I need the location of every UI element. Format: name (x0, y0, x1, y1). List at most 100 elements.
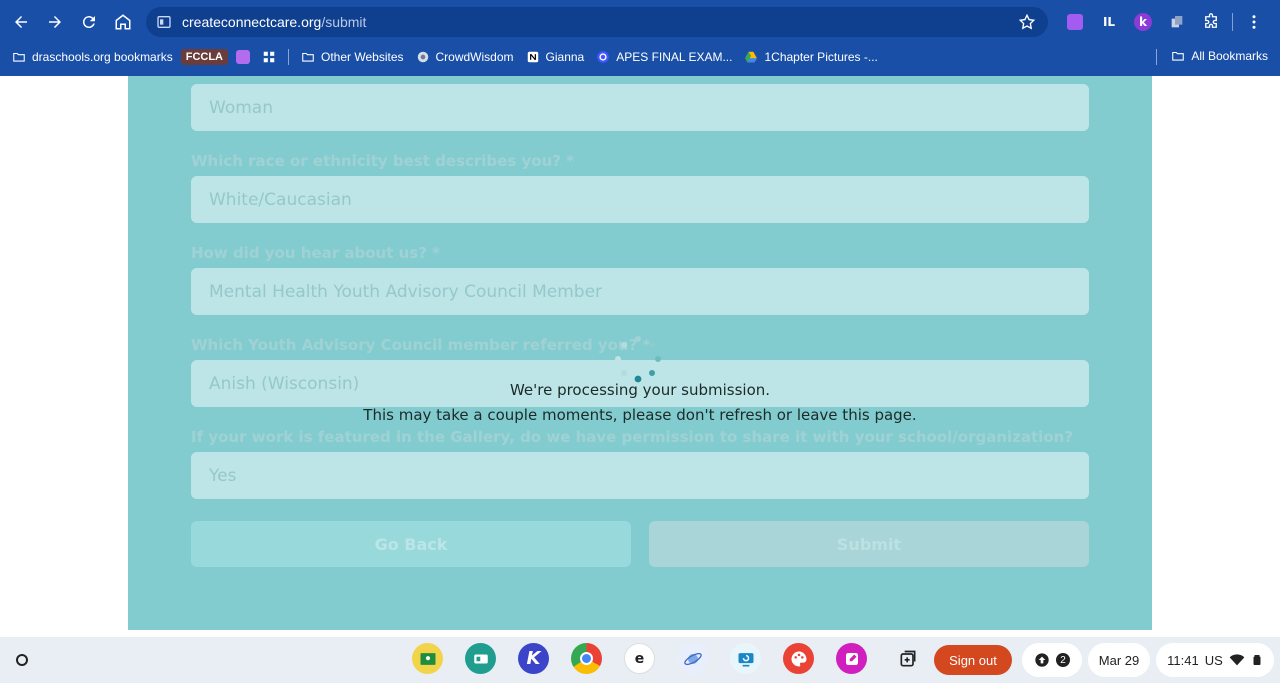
browser-chrome: createconnectcare.org/submit IL k drasch… (0, 0, 1280, 76)
status-tray[interactable]: 11:41 US (1156, 643, 1274, 677)
extension-il-label: IL (1102, 15, 1116, 29)
loading-spinner-icon (615, 336, 661, 383)
extensions-area: IL k (1062, 8, 1267, 36)
puzzle-icon (1205, 13, 1217, 28)
quizlet-icon (597, 51, 610, 63)
extension-purple[interactable] (1062, 9, 1088, 35)
shelf-apps: K e (412, 643, 867, 674)
forward-button[interactable] (38, 5, 72, 39)
extension-k-label: k (1139, 15, 1147, 29)
date-label: Mar 29 (1098, 652, 1140, 668)
meet-app[interactable] (465, 643, 496, 674)
kami-k-icon: K (526, 648, 541, 669)
google-classroom-app[interactable] (412, 643, 443, 674)
classroom-icon (420, 652, 435, 665)
bookmark-label: Other Websites (321, 50, 404, 64)
bookmark-gianna[interactable]: Gianna (526, 50, 585, 64)
bookmarks-bar: draschools.org bookmarks FCCLA Other Web… (0, 44, 1280, 70)
address-bar[interactable]: createconnectcare.org/submit (146, 7, 1048, 37)
processing-warning: This may take a couple moments, please d… (363, 406, 917, 424)
bookmark-crowdwisdom[interactable]: CrowdWisdom (416, 50, 514, 64)
notification-tray[interactable]: 2 (1022, 643, 1082, 677)
bookmark-purple[interactable] (236, 50, 251, 64)
drive-icon (745, 51, 758, 63)
processing-message: We're processing your submission. (509, 381, 771, 399)
bookmark-label: 1Chapter Pictures -... (764, 50, 878, 64)
bookmark-divider (288, 49, 290, 65)
bookmark-label: CrowdWisdom (435, 50, 514, 64)
menu-button[interactable] (1241, 9, 1267, 35)
extension-k-icon: k (1134, 13, 1152, 31)
toolbar-divider (1232, 13, 1233, 31)
more-vertical-icon (1252, 15, 1256, 29)
battery-icon (1253, 655, 1261, 665)
extension-copy[interactable] (1164, 9, 1190, 35)
tote-icon (900, 650, 916, 667)
all-bookmarks-button[interactable]: All Bookmarks (1171, 49, 1268, 63)
site-info-icon[interactable] (156, 14, 172, 30)
time-label: 11:41 (1167, 652, 1199, 668)
purple-square-icon (236, 50, 251, 64)
chrome-app[interactable] (571, 643, 602, 674)
bookmark-chapter-pictures[interactable]: 1Chapter Pictures -... (744, 50, 878, 64)
system-shelf: K e Sign out 2 Mar 29 11:41 US (0, 637, 1280, 683)
bookmark-star-icon[interactable] (1018, 13, 1036, 31)
tote-button[interactable] (896, 647, 920, 671)
date-tray[interactable]: Mar 29 (1088, 643, 1150, 677)
bookmark-other-websites[interactable]: Other Websites (301, 50, 404, 64)
processing-overlay: We're processing your submission. This m… (128, 76, 1152, 630)
bookmark-apps[interactable] (262, 50, 276, 64)
planet-icon (683, 652, 702, 665)
back-button[interactable] (4, 5, 38, 39)
url-text[interactable]: createconnectcare.org/submit (182, 14, 366, 30)
bookmark-label: APES FINAL EXAM... (616, 50, 733, 64)
bookmark-draschools[interactable]: draschools.org bookmarks (12, 50, 173, 64)
folder-icon (302, 52, 314, 62)
arrow-left-icon (15, 16, 27, 28)
url-host: createconnectcare.org (182, 14, 322, 30)
upload-icon (1035, 653, 1049, 667)
crowdwisdom-icon (417, 51, 428, 63)
extensions-button[interactable] (1198, 9, 1224, 35)
chrome-center-icon (580, 652, 593, 665)
reload-icon (82, 16, 95, 29)
edpuzzle-app[interactable]: e (624, 643, 655, 674)
bookmark-label: Gianna (545, 50, 585, 64)
launcher-circle-icon (16, 654, 28, 666)
folder-icon (1172, 51, 1185, 61)
screen-icon (738, 652, 753, 666)
bookmark-divider (1156, 49, 1157, 65)
kami-app[interactable]: K (518, 643, 549, 674)
extension-il[interactable]: IL (1096, 9, 1122, 35)
e-letter-icon: e (634, 650, 645, 667)
arrow-right-icon (49, 16, 61, 28)
notion-icon (527, 51, 538, 63)
palette-icon (791, 651, 806, 666)
badge-icon (473, 654, 488, 663)
notification-count-badge: 2 (1056, 653, 1070, 667)
grid-icon (263, 51, 275, 63)
sign-out-button[interactable]: Sign out (934, 645, 1012, 675)
home-icon (115, 14, 131, 30)
url-path: /submit (321, 14, 367, 30)
canvas-app[interactable] (783, 643, 814, 674)
extension-k[interactable]: k (1130, 9, 1156, 35)
home-button[interactable] (106, 5, 140, 39)
note-icon (845, 652, 858, 665)
copy-icon (1171, 16, 1183, 28)
launcher-button[interactable] (8, 646, 36, 674)
pink-app[interactable] (836, 643, 867, 674)
reload-button[interactable] (72, 5, 106, 39)
all-bookmarks-label: All Bookmarks (1191, 49, 1268, 63)
bookmark-label: FCCLA (180, 49, 229, 65)
managed-folder-icon (13, 52, 25, 62)
bookmark-apes[interactable]: APES FINAL EXAM... (596, 50, 732, 64)
submission-form-page: Woman Which race or ethnicity best descr… (128, 76, 1152, 630)
extension-purple-icon (1067, 14, 1083, 30)
planet-app[interactable] (677, 643, 708, 674)
wifi-icon (1229, 654, 1245, 666)
screencast-app[interactable] (730, 643, 761, 674)
bookmark-fccla[interactable]: FCCLA (180, 49, 229, 65)
locale-label: US (1204, 652, 1223, 668)
browser-toolbar: createconnectcare.org/submit IL k (0, 0, 1280, 44)
